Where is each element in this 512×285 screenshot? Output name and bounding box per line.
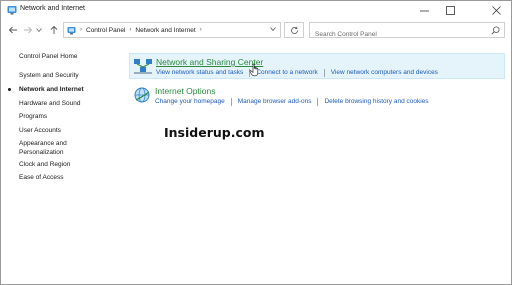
arrow-left-icon (8, 26, 17, 34)
internet-options-title[interactable]: Internet Options (155, 86, 215, 96)
search-icon[interactable] (491, 26, 500, 35)
control-panel-icon (67, 26, 76, 34)
link-divider (317, 98, 319, 106)
link-divider (230, 98, 232, 106)
network-sharing-title[interactable]: Network and Sharing Center (156, 57, 263, 67)
link-manage-addons[interactable]: Manage browser add-ons (238, 98, 312, 106)
link-view-network-computers[interactable]: View network computers and devices (331, 69, 438, 77)
back-button[interactable] (7, 23, 19, 37)
arrow-up-icon (50, 25, 58, 34)
close-icon (491, 5, 501, 15)
chevron-down-icon[interactable] (270, 26, 276, 32)
network-sharing-links: View network status and tasks Connect to… (156, 69, 438, 77)
search-box (309, 22, 505, 42)
sidebar-item-clock-region[interactable]: Clock and Region (19, 160, 114, 169)
close-button[interactable] (483, 1, 509, 19)
breadcrumb-separator: › (129, 27, 132, 33)
category-internet-options[interactable]: Internet Options Change your homepage Ma… (129, 83, 505, 107)
internet-options-links: Change your homepage Manage browser add-… (155, 98, 429, 106)
sidebar-item-appearance[interactable]: Appearance and Personalization (19, 139, 99, 157)
link-change-homepage[interactable]: Change your homepage (155, 98, 225, 106)
navigation-bar: › Control Panel › Network and Internet › (1, 19, 511, 42)
address-bar[interactable]: › Control Panel › Network and Internet › (63, 22, 281, 38)
sidebar-item-network-internet[interactable]: Network and Internet (19, 85, 114, 94)
forward-button[interactable] (22, 23, 34, 37)
internet-options-icon (134, 87, 150, 103)
breadcrumb-network-internet[interactable]: Network and Internet (135, 27, 195, 34)
network-app-icon (7, 6, 17, 15)
link-delete-history[interactable]: Delete browsing history and cookies (324, 98, 428, 106)
network-sharing-icon (134, 59, 152, 74)
recent-locations-button[interactable] (35, 23, 43, 37)
category-network-sharing[interactable]: Network and Sharing Center View network … (129, 53, 505, 79)
arrow-right-icon (24, 26, 33, 34)
breadcrumb-separator: › (199, 27, 202, 33)
sidebar-item-user-accounts[interactable]: User Accounts (19, 126, 114, 135)
sidebar-item-ease-of-access[interactable]: Ease of Access (19, 173, 114, 182)
minimize-icon (419, 10, 429, 11)
sidebar: Control Panel Home System and Security N… (1, 41, 121, 281)
refresh-icon (290, 26, 298, 34)
breadcrumb-separator: › (80, 27, 82, 33)
sidebar-item-programs[interactable]: Programs (19, 112, 114, 121)
link-divider (323, 69, 325, 77)
breadcrumb-control-panel[interactable]: Control Panel (86, 27, 125, 34)
sidebar-home-link[interactable]: Control Panel Home (19, 53, 78, 60)
minimize-button[interactable] (411, 1, 437, 19)
title-bar[interactable]: Network and Internet (1, 1, 511, 19)
chevron-down-icon (36, 28, 42, 33)
sidebar-item-system-security[interactable]: System and Security (19, 71, 114, 80)
maximize-button[interactable] (437, 1, 463, 19)
link-connect-network[interactable]: Connect to a network (256, 69, 317, 77)
link-view-network-status[interactable]: View network status and tasks (156, 69, 243, 77)
refresh-button[interactable] (284, 22, 304, 38)
search-input[interactable] (310, 27, 486, 42)
hand-cursor-icon (249, 63, 259, 77)
up-button[interactable] (48, 23, 60, 37)
watermark-text: Insiderup.com (164, 125, 265, 140)
control-panel-window: Network and Internet › Control Panel › N… (0, 0, 512, 285)
active-bullet (8, 88, 11, 91)
window-title: Network and Internet (20, 5, 85, 12)
sidebar-item-hardware-sound[interactable]: Hardware and Sound (19, 99, 114, 108)
maximize-icon (445, 5, 455, 15)
